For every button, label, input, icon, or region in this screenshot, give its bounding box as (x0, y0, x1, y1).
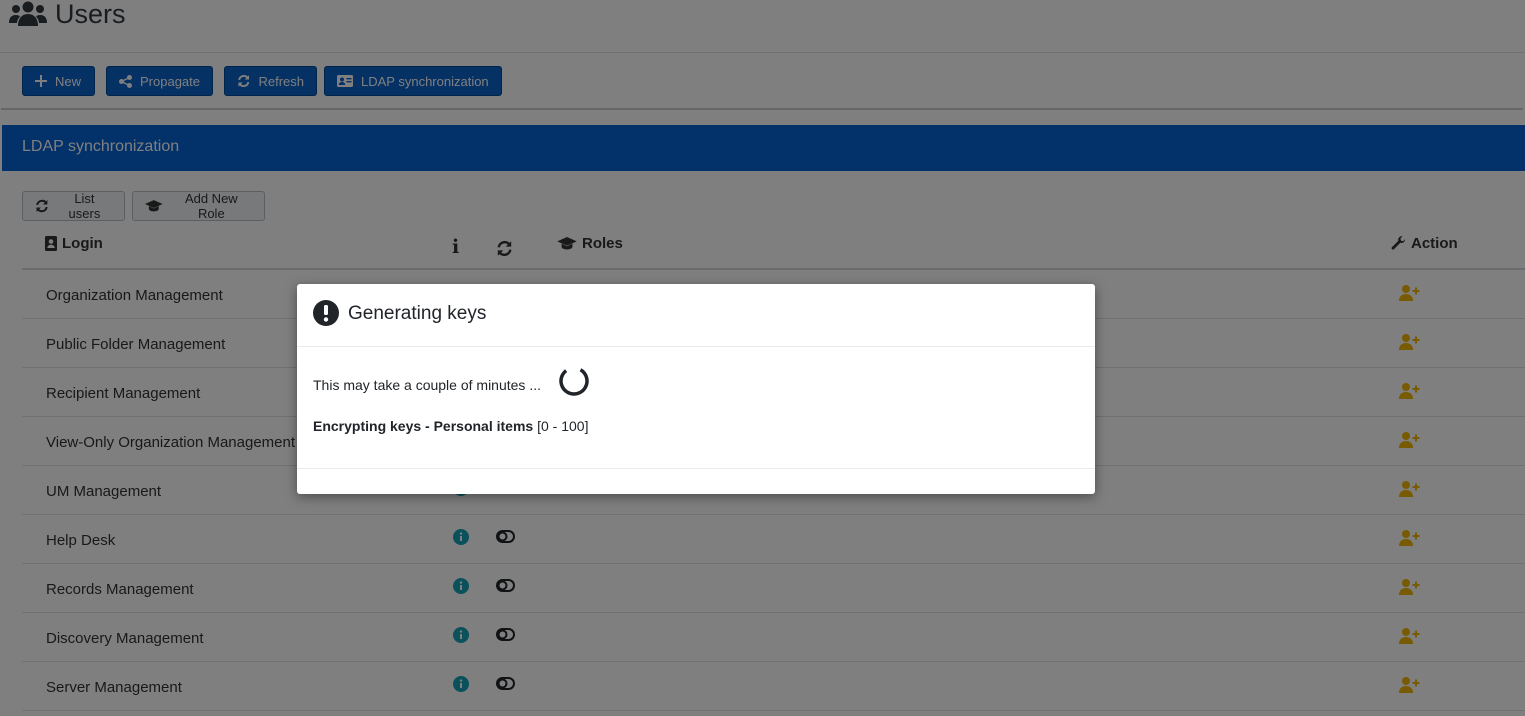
progress-range: [0 - 100] (537, 418, 589, 434)
page: Users New Propagate Refresh LDAP synchro… (0, 0, 1525, 716)
progress-status: Encrypting keys - Personal items [0 - 10… (313, 418, 588, 434)
loading-spinner-icon (559, 366, 589, 396)
exclamation-circle-icon (313, 300, 339, 326)
generating-keys-dialog: Generating keys This may take a couple o… (297, 284, 1095, 494)
dialog-header: Generating keys (297, 284, 1095, 347)
progress-label: Encrypting keys - Personal items (313, 418, 534, 434)
dialog-message: This may take a couple of minutes ... (313, 377, 541, 393)
dialog-title: Generating keys (348, 303, 487, 324)
dialog-body: This may take a couple of minutes ... En… (297, 347, 1095, 469)
